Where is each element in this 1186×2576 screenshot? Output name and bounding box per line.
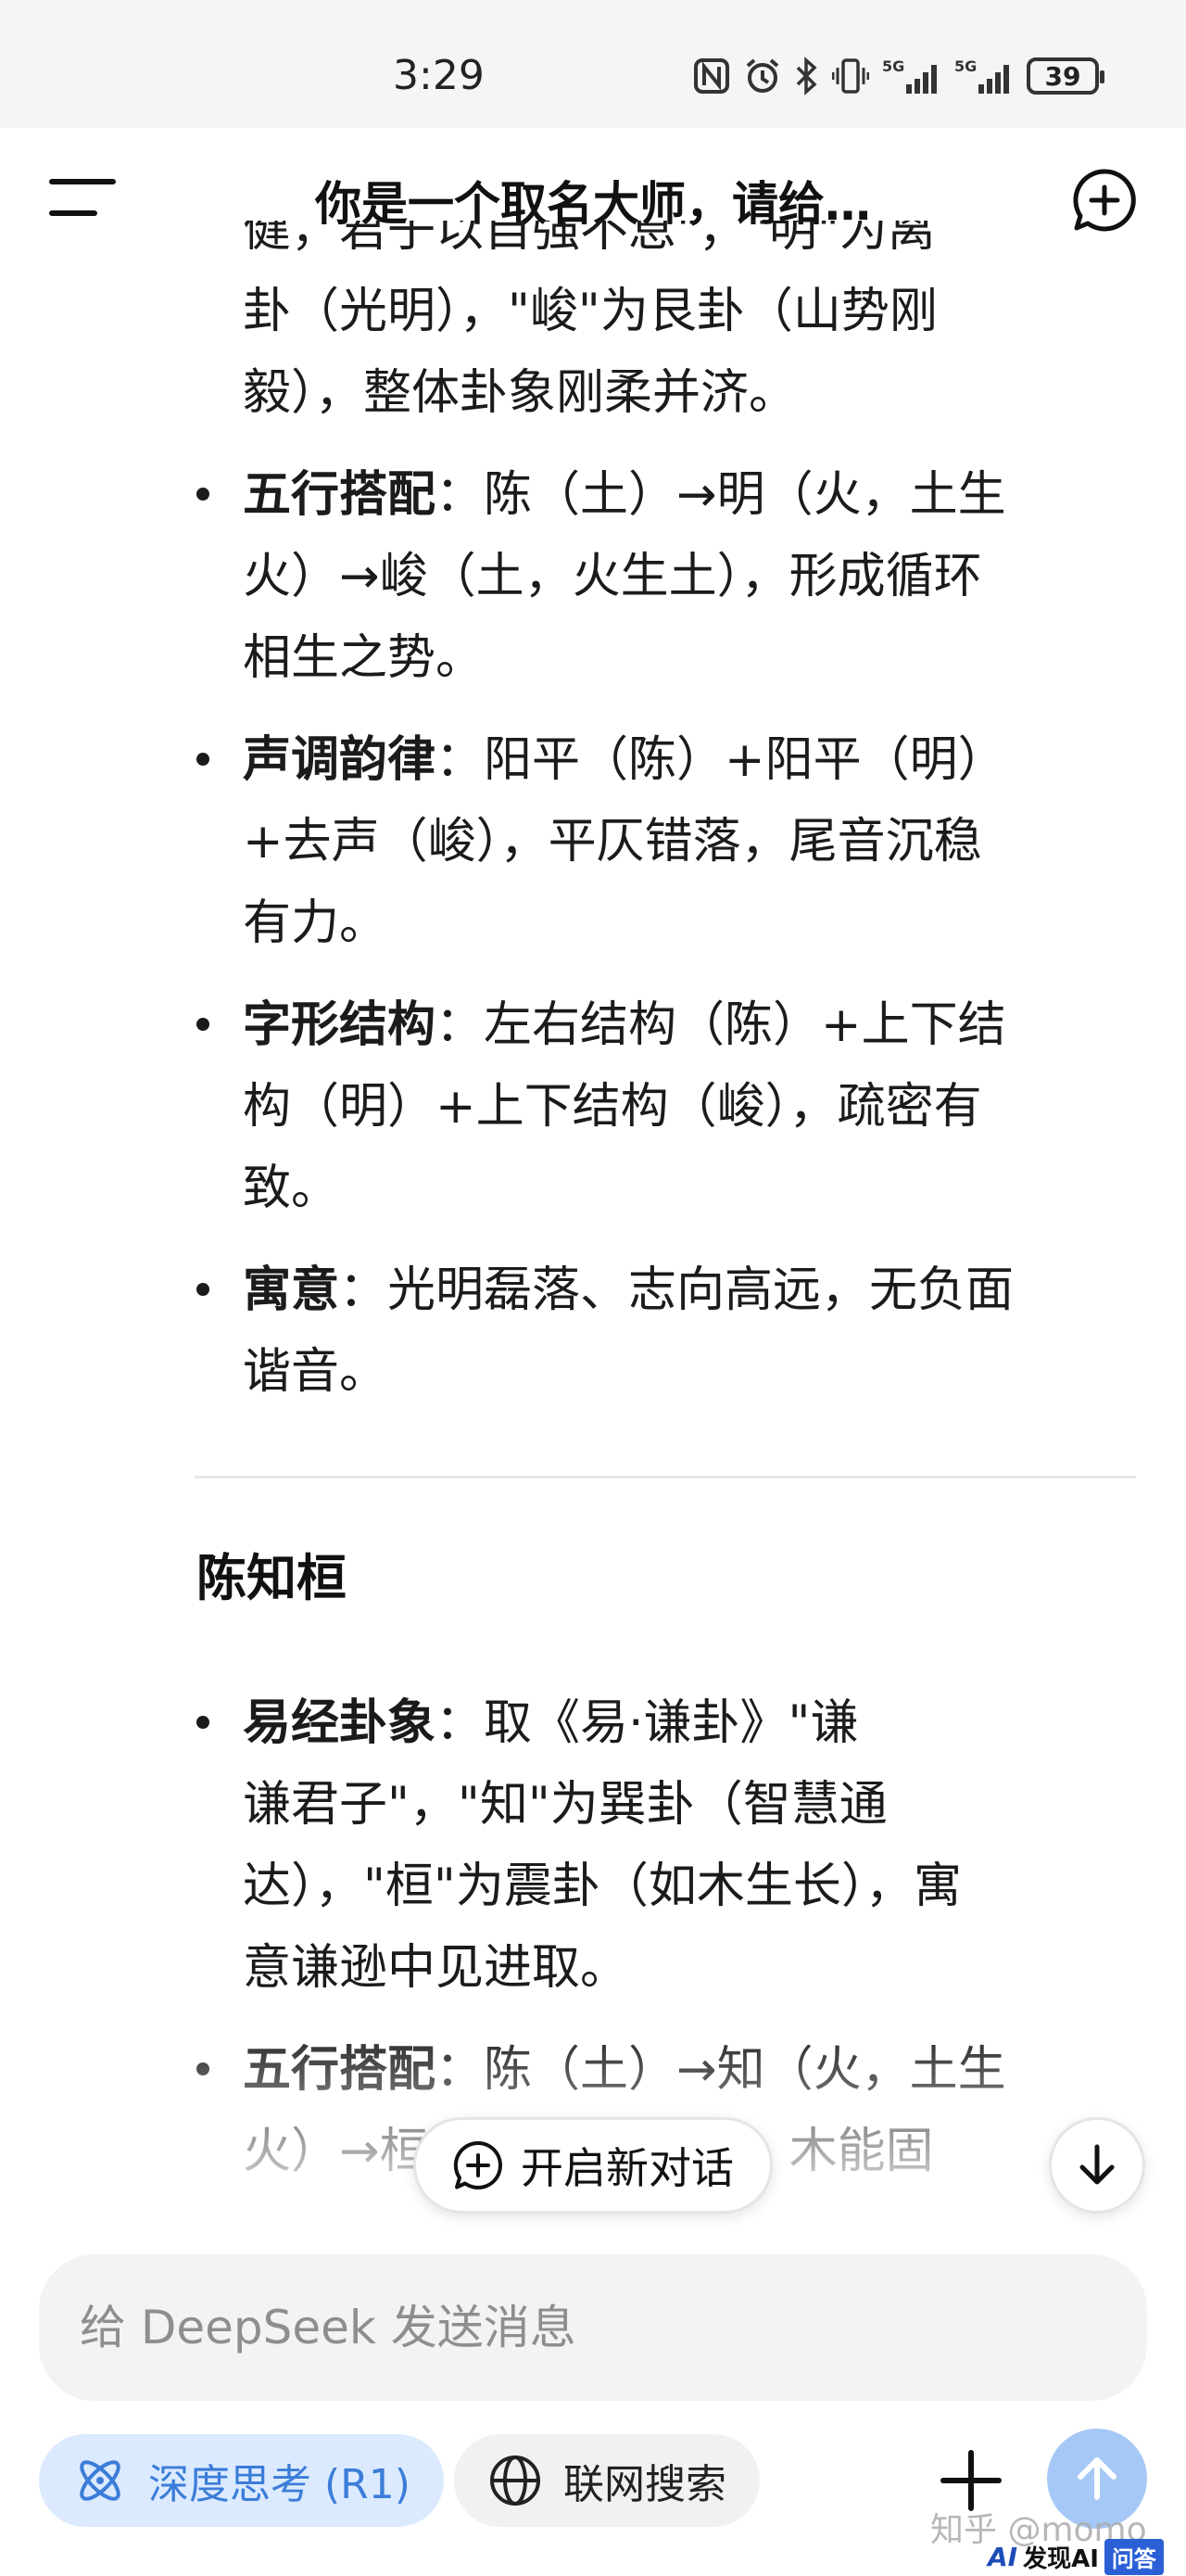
status-icons: 5G 5G 39: [693, 56, 1104, 96]
deep-think-toggle[interactable]: 深度思考 (R1): [39, 2434, 444, 2527]
svg-text:5G: 5G: [954, 57, 977, 75]
globe-icon: [490, 2455, 540, 2506]
web-search-toggle[interactable]: 联网搜索: [454, 2434, 760, 2527]
badge-ai: AI: [988, 2541, 1018, 2572]
bullet-label: 字形结构: [243, 997, 436, 1053]
bullet-text: ：取《易·谦卦》"谦: [435, 1695, 859, 1751]
arrow-down-icon: [1079, 2144, 1115, 2185]
bullet-text: 相生之势。: [243, 630, 485, 686]
site-badge: AI 发现AI 问答: [988, 2538, 1164, 2575]
name-heading: 陈知桓: [196, 1549, 347, 1607]
bullet-dot: [196, 2062, 209, 2075]
signal-5g-icon: 5G: [882, 57, 937, 94]
message-content: 健，君子以自强不息"，"明"为离 卦（光明），"峻"为艮卦（山势刚 毅），整体卦…: [0, 221, 1186, 2176]
bullet-text: 谐音。: [243, 1344, 388, 1400]
vibrate-icon: [832, 58, 869, 94]
bullet-text: 火）→峻（土，火生土），形成循环: [243, 549, 982, 604]
alarm-icon: [746, 58, 779, 93]
bullet-label: 五行搭配: [243, 467, 436, 523]
bullet-label: 声调韵律: [243, 732, 436, 788]
deep-think-label: 深度思考 (R1): [148, 2461, 410, 2508]
bullet-dot: [196, 1716, 209, 1729]
badge-box: 问答: [1104, 2538, 1164, 2575]
battery-icon: 39: [1027, 57, 1104, 95]
bullet-label: 五行搭配: [243, 2042, 436, 2098]
status-time: 3:29: [393, 52, 485, 99]
message-input[interactable]: [78, 2300, 1147, 2355]
atom-icon: [80, 2460, 120, 2501]
signal-5g-icon: 5G: [954, 57, 1009, 94]
bullet-text: 构（明）+上下结构（峻），疏密有: [243, 1079, 982, 1135]
bullet-text: 有力。: [243, 895, 388, 951]
list-item: 字形结构：左右结构（陈）+上下结 构（明）+上下结构（峻），疏密有 致。: [0, 984, 1186, 1229]
bullet-text: 意谦逊中见进取。: [243, 1940, 629, 1996]
bullet-dot: [196, 1018, 209, 1031]
text-line: 卦（光明），"峻"为艮卦（山势刚: [243, 284, 938, 339]
list-item: 声调韵律：阳平（陈）+阳平（明） +去声（峻），平仄错落，尾音沉稳 有力。: [0, 719, 1186, 964]
list-item: 寓意：光明磊落、志向高远，无负面 谐音。: [0, 1250, 1186, 1413]
bullet-text: ：左右结构（陈）+上下结: [435, 997, 1006, 1053]
nfc-icon: [694, 58, 729, 94]
bullet-text: ：阳平（陈）+阳平（明）: [435, 732, 1006, 788]
bullet-label: 易经卦象: [243, 1695, 436, 1751]
text-line: 健，君子以自强不息"，"明"为离: [243, 221, 936, 258]
intro-paragraph: 健，君子以自强不息"，"明"为离 卦（光明），"峻"为艮卦（山势刚 毅），整体卦…: [0, 221, 1186, 434]
bullet-text: ：陈（土）→明（火，土生: [435, 467, 1006, 523]
bullet-text: ：光明磊落、志向高远，无负面: [339, 1263, 1015, 1318]
bullet-dot: [196, 753, 209, 766]
status-bar: 3:29 5G 5G 39: [0, 0, 1186, 128]
bullet-text: 致。: [243, 1161, 340, 1216]
list-item: 易经卦象：取《易·谦卦》"谦 谦君子"，"知"为巽卦（智慧通 达），"桓"为震卦…: [0, 1682, 1186, 2009]
new-chat-button[interactable]: 开启新对话: [413, 2117, 773, 2214]
bullet-label: 寓意: [243, 1263, 340, 1318]
bullet-text: 谦君子"，"知"为巽卦（智慧通: [243, 1777, 888, 1833]
bullet-dot: [196, 488, 209, 501]
bullet-text: 达），"桓"为震卦（如木生长），寓: [243, 1859, 962, 1914]
message-input-container[interactable]: [39, 2254, 1147, 2401]
arrow-up-icon: [1078, 2457, 1117, 2500]
bluetooth-icon: [796, 57, 817, 95]
new-chat-icon: [453, 2140, 502, 2189]
bullet-text: +去声（峻），平仄错落，尾音沉稳: [243, 814, 982, 869]
scroll-down-button[interactable]: [1049, 2117, 1145, 2214]
new-chat-label: 开启新对话: [521, 2143, 734, 2193]
bullet-text: ：陈（土）→知（火，土生: [435, 2042, 1006, 2098]
web-search-label: 联网搜索: [563, 2461, 726, 2508]
battery-level: 39: [1044, 60, 1081, 92]
svg-text:5G: 5G: [882, 57, 904, 75]
text-line: 毅），整体卦象刚柔并济。: [243, 365, 798, 421]
bullet-dot: [196, 1283, 209, 1296]
list-item: 五行搭配：陈（土）→明（火，土生 火）→峻（土，火生土），形成循环 相生之势。: [0, 454, 1186, 699]
badge-text: 发现AI: [1023, 2544, 1099, 2573]
menu-icon[interactable]: [48, 174, 117, 221]
